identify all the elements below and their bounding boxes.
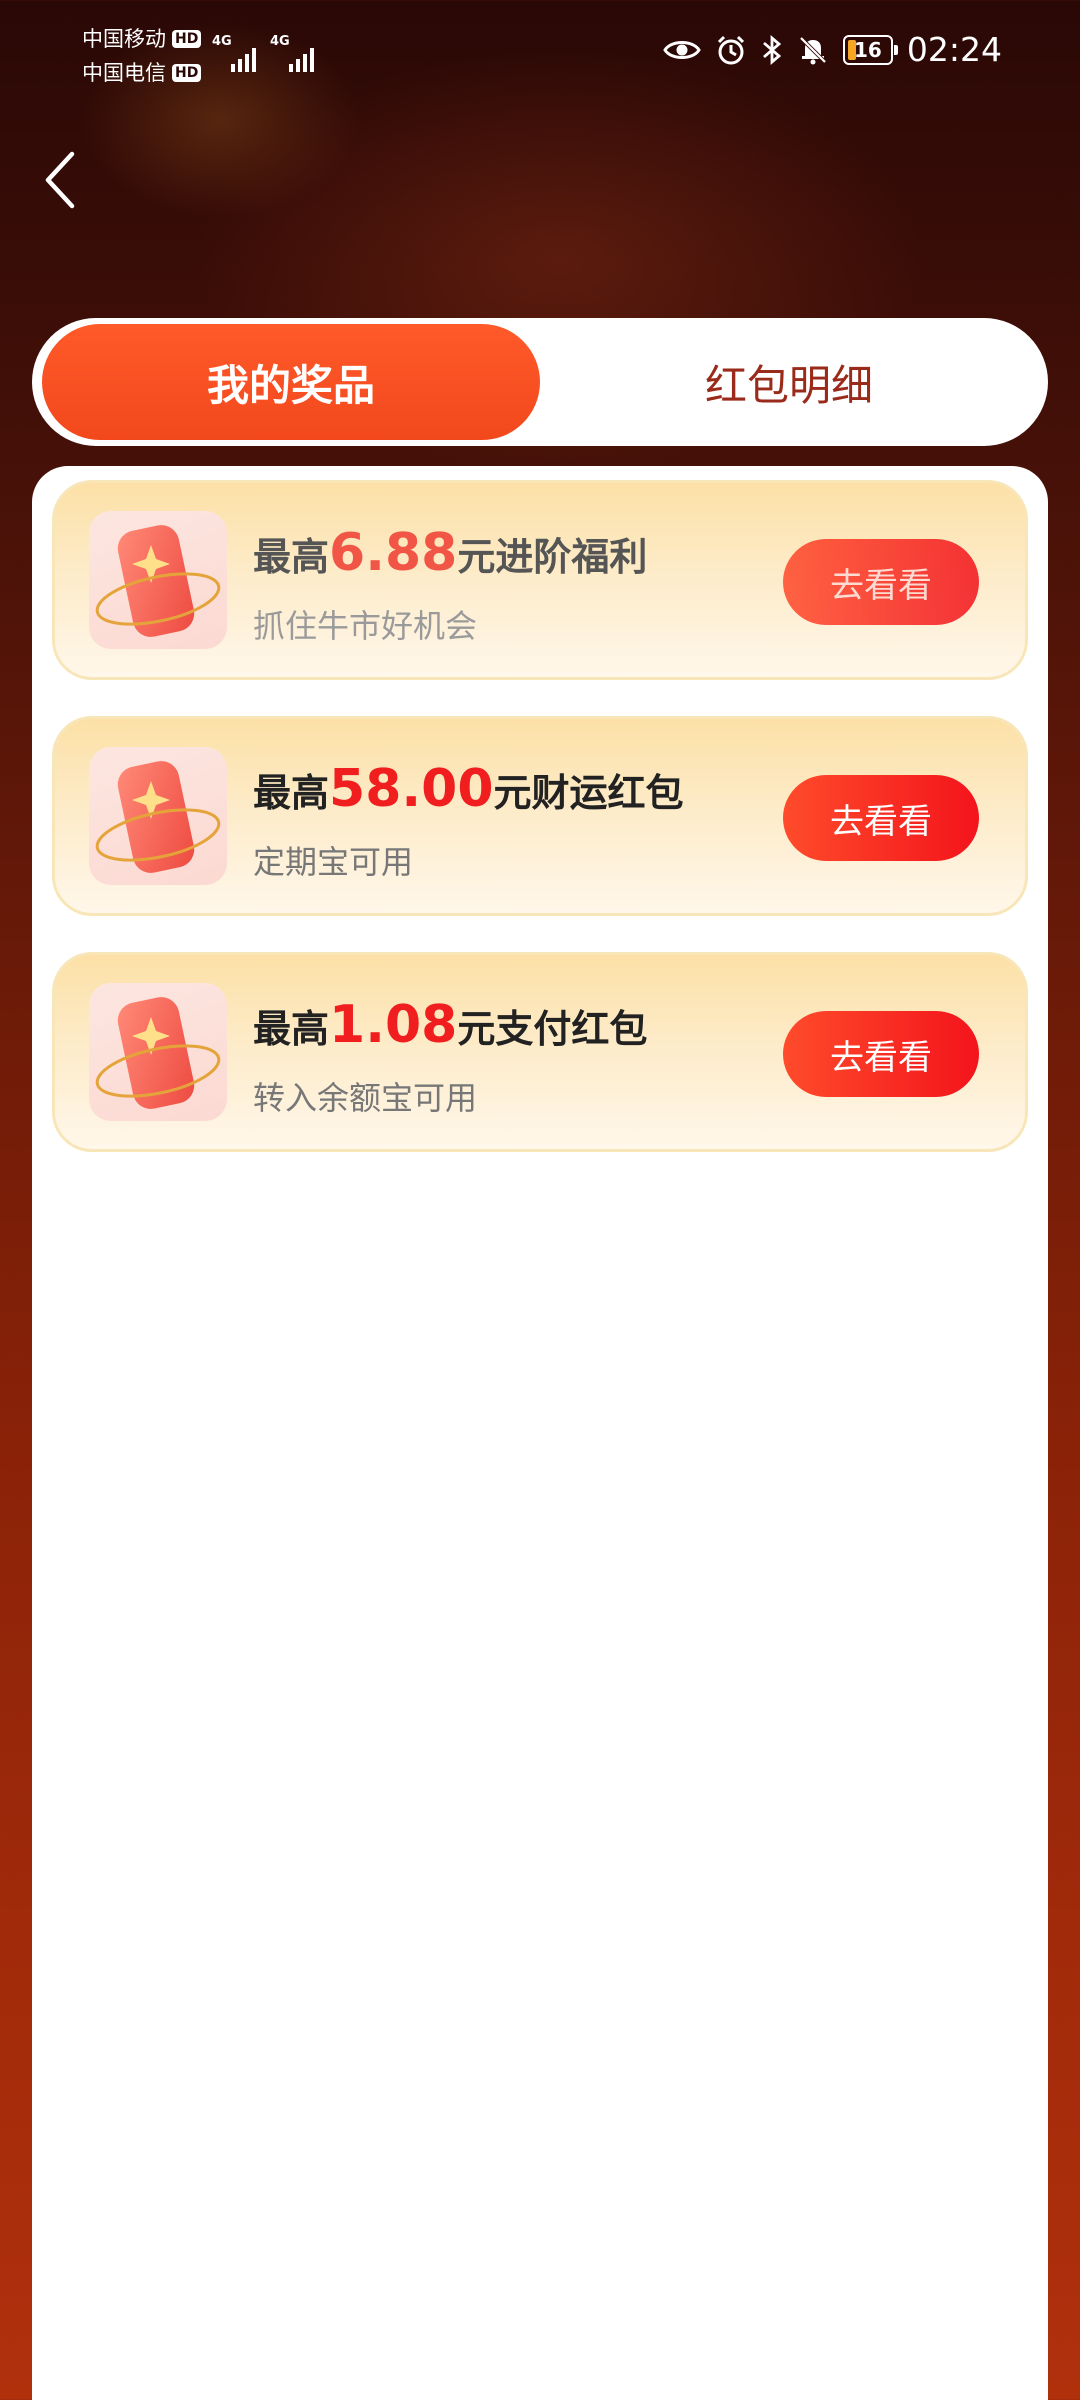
prize-title: 最高 1.08 元支付红包 bbox=[253, 995, 647, 1055]
carrier-1-label: 中国移动 bbox=[82, 27, 166, 51]
signal-1-icon: 4G bbox=[212, 34, 256, 72]
alarm-icon bbox=[715, 34, 747, 66]
prize-subtitle: 定期宝可用 bbox=[253, 843, 414, 881]
red-envelope-icon bbox=[89, 983, 227, 1121]
prize-prefix: 最高 bbox=[253, 1007, 330, 1051]
eye-icon bbox=[663, 37, 701, 63]
prize-card: 最高 6.88 元进阶福利 抓住牛市好机会 去看看 bbox=[52, 480, 1028, 680]
prize-subtitle: 抓住牛市好机会 bbox=[253, 607, 478, 645]
hd-badge: HD bbox=[172, 30, 202, 48]
carrier-2-label: 中国电信 bbox=[82, 61, 166, 85]
go-see-button[interactable]: 去看看 bbox=[783, 1011, 979, 1097]
prize-subtitle: 转入余额宝可用 bbox=[253, 1079, 478, 1117]
bell-off-icon bbox=[797, 34, 829, 66]
prize-amount: 6.88 bbox=[329, 523, 458, 583]
status-icons: 16 02:24 bbox=[663, 30, 1002, 69]
prize-suffix: 元支付红包 bbox=[457, 1007, 648, 1051]
battery-indicator: 16 bbox=[842, 34, 898, 65]
prize-card: 最高 1.08 元支付红包 转入余额宝可用 去看看 bbox=[52, 952, 1028, 1152]
tab-red-packet-details[interactable]: 红包明细 bbox=[540, 324, 1038, 440]
prize-suffix: 元财运红包 bbox=[493, 771, 684, 815]
battery-level: 16 bbox=[853, 37, 882, 62]
prize-list-panel: 最高 6.88 元进阶福利 抓住牛市好机会 去看看 最高 58.00 元财运红包 定期宝 bbox=[32, 466, 1048, 2400]
back-button[interactable] bbox=[30, 140, 90, 220]
carrier-info: 中国移动 HD 中国电信 HD bbox=[82, 22, 202, 90]
prize-card: 最高 58.00 元财运红包 定期宝可用 去看看 bbox=[52, 716, 1028, 916]
signal-2-icon: 4G bbox=[270, 34, 314, 72]
prize-suffix: 元进阶福利 bbox=[457, 535, 648, 579]
tab-my-prizes[interactable]: 我的奖品 bbox=[42, 324, 540, 440]
go-see-button[interactable]: 去看看 bbox=[783, 775, 979, 861]
prize-title: 最高 6.88 元进阶福利 bbox=[253, 523, 647, 583]
hd-badge: HD bbox=[172, 64, 202, 82]
prize-title: 最高 58.00 元财运红包 bbox=[253, 759, 684, 819]
network-type-2: 4G bbox=[270, 34, 290, 49]
prize-prefix: 最高 bbox=[253, 535, 330, 579]
signal-group: 4G 4G bbox=[212, 34, 314, 72]
clock: 02:24 bbox=[906, 30, 1002, 69]
network-type-1: 4G bbox=[212, 34, 232, 49]
tab-bar: 我的奖品 红包明细 bbox=[32, 318, 1048, 446]
red-envelope-icon bbox=[89, 747, 227, 885]
bluetooth-icon bbox=[761, 34, 783, 66]
go-see-button[interactable]: 去看看 bbox=[783, 539, 979, 625]
status-bar: 中国移动 HD 中国电信 HD 4G 4G 16 02:24 bbox=[0, 0, 1080, 110]
prize-prefix: 最高 bbox=[253, 771, 330, 815]
prize-amount: 1.08 bbox=[329, 995, 458, 1055]
chevron-left-icon bbox=[45, 151, 75, 209]
red-envelope-icon bbox=[89, 511, 227, 649]
prize-amount: 58.00 bbox=[329, 759, 494, 819]
